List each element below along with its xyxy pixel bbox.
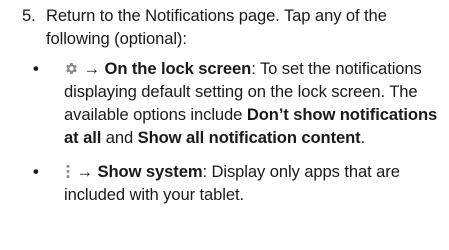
- title-colon: :: [251, 58, 256, 78]
- option-list: • → On the lock screen: To set the notif…: [22, 57, 442, 207]
- gear-icon: [64, 61, 79, 76]
- option-title: Show system: [97, 161, 203, 181]
- arrow-symbol: →: [83, 58, 101, 78]
- list-item-show-system: • → Show system: Display only apps that …: [33, 160, 442, 207]
- title-colon: :: [202, 161, 207, 181]
- option-value-show: Show all notification content: [137, 128, 361, 148]
- manual-page: 5. Return to the Notifications page. Tap…: [0, 0, 449, 250]
- bullet-marker: •: [33, 161, 39, 181]
- option-title: On the lock screen: [104, 58, 252, 78]
- bullet-marker: •: [33, 58, 39, 78]
- more-options-icon: [64, 164, 72, 179]
- step-number: 5.: [22, 6, 36, 25]
- sentence-end: .: [360, 128, 366, 148]
- list-item-lock-screen: • → On the lock screen: To set the notif…: [33, 57, 442, 150]
- step-text: Return to the Notifications page. Tap an…: [46, 6, 387, 49]
- arrow-symbol: →: [76, 161, 94, 181]
- step-5: 5. Return to the Notifications page. Tap…: [22, 4, 442, 206]
- conjunction-text: and: [105, 128, 134, 148]
